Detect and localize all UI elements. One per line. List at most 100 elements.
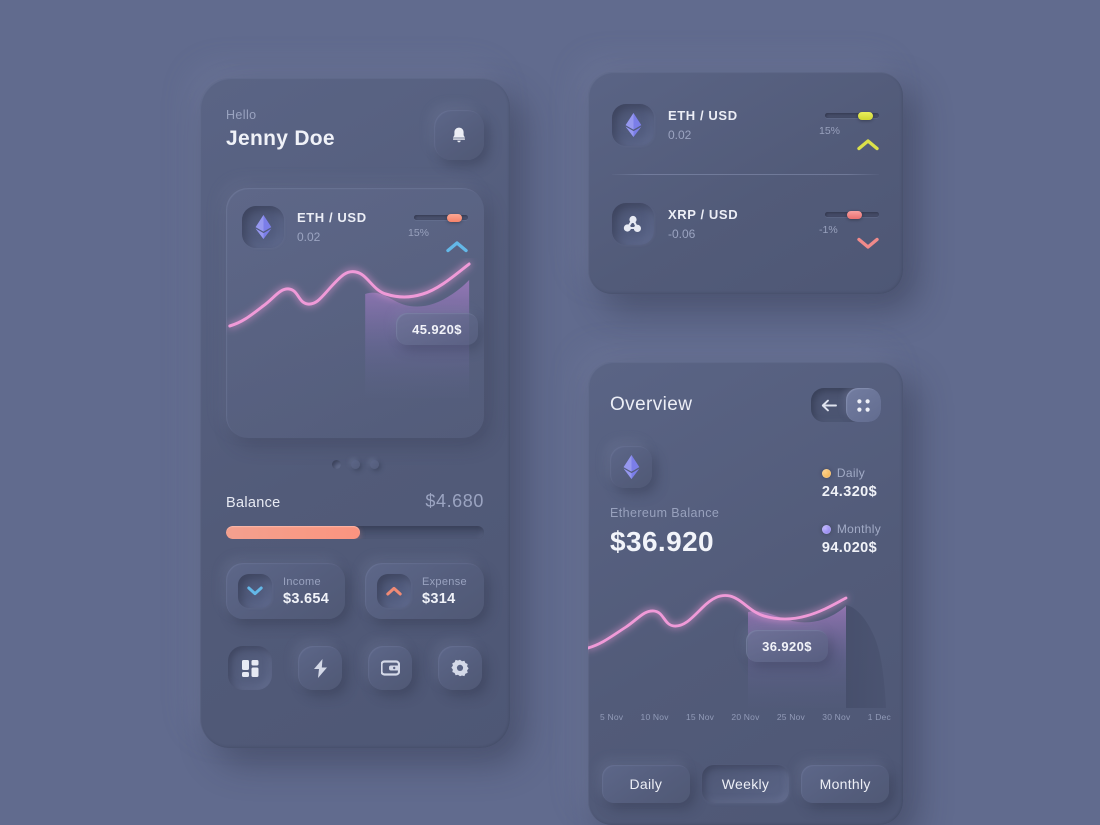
- price-chart: 45.920$: [226, 258, 484, 438]
- expense-amount: $314: [422, 590, 456, 607]
- market-meta-xrp: XRP / USD -0.06: [668, 207, 803, 241]
- greeting-label: Hello: [226, 108, 257, 122]
- slider-thumb[interactable]: [858, 111, 874, 120]
- income-card[interactable]: Income $3.654: [226, 563, 345, 619]
- wallet-icon: [380, 660, 400, 676]
- nav-item-wallet[interactable]: [368, 646, 412, 690]
- coin-icon-eth[interactable]: [612, 104, 654, 146]
- market-value-eth: 0.02: [668, 128, 692, 142]
- coin-icon-xrp[interactable]: [612, 203, 654, 245]
- market-percent-xrp: -1%: [819, 224, 838, 236]
- tab-daily[interactable]: Daily: [602, 765, 690, 803]
- back-button[interactable]: [811, 388, 846, 422]
- overview-title: Overview: [610, 394, 693, 415]
- income-expense-row: Income $3.654 Expense $314: [226, 563, 484, 619]
- axis-tick: 1 Dec: [867, 712, 891, 722]
- market-row-eth[interactable]: ETH / USD 0.02 15%: [612, 94, 879, 156]
- ethereum-icon: [625, 113, 641, 137]
- tab-weekly[interactable]: Weekly: [701, 765, 790, 803]
- grid-icon: [241, 659, 258, 677]
- axis-tick: 10 Nov: [640, 712, 669, 722]
- market-trend-up-eth: [857, 138, 879, 151]
- market-pair-eth: ETH / USD: [668, 108, 738, 123]
- tab-monthly[interactable]: Monthly: [801, 765, 890, 803]
- nav-item-settings[interactable]: [438, 646, 482, 690]
- income-icon-wrap: [238, 574, 272, 608]
- chart-tooltip: 45.920$: [396, 313, 478, 345]
- bell-icon: [453, 127, 465, 142]
- app-screen: Hello Jenny Doe ETH / USD 0.02 15% 45.92…: [0, 0, 1100, 825]
- market-meta-eth: ETH / USD 0.02: [668, 108, 803, 142]
- overview-balance-amount: $36.920: [610, 526, 715, 557]
- income-amount: $3.654: [283, 590, 330, 607]
- ticker-row: ETH / USD 0.02 15%: [242, 206, 468, 253]
- stat-daily-head: Daily: [821, 466, 881, 480]
- overview-balance-block: Ethereum Balance $36.920: [610, 446, 719, 558]
- notification-button[interactable]: [434, 110, 484, 160]
- axis-tick: 20 Nov: [731, 712, 760, 722]
- market-pair-xrp: XRP / USD: [668, 207, 739, 222]
- expense-card[interactable]: Expense $314: [365, 563, 484, 619]
- coin-icon-button[interactable]: [242, 206, 284, 248]
- market-slider-xrp[interactable]: [825, 210, 879, 219]
- greeting-row: Hello Jenny Doe: [226, 108, 484, 160]
- pagination-dot-3[interactable]: [369, 460, 379, 469]
- bottom-navigation: [226, 646, 484, 690]
- stat-monthly-label: Monthly: [836, 522, 881, 536]
- period-tabs: Daily Weekly Monthly: [588, 765, 903, 803]
- balance-row: Balance $4.680: [226, 491, 484, 512]
- user-name: Jenny Doe: [226, 127, 335, 150]
- stat-monthly: Monthly 94.020$: [821, 522, 881, 556]
- axis-tick: 5 Nov: [600, 712, 624, 722]
- slider-thumb[interactable]: [846, 210, 862, 219]
- income-label: Income: [283, 575, 321, 588]
- stat-daily-label: Daily: [836, 466, 866, 480]
- price-chart-svg: [228, 262, 475, 398]
- expense-text: Expense $314: [422, 576, 467, 607]
- grid-view-button[interactable]: [846, 388, 881, 422]
- lightning-icon: [313, 658, 327, 678]
- market-trend-xrp: -1%: [817, 210, 879, 249]
- trend-up-indicator: [446, 240, 468, 253]
- overview-coin-icon[interactable]: [610, 446, 652, 488]
- status-dot-monthly: [821, 524, 831, 534]
- overview-view-toggle: [811, 388, 881, 422]
- balance-label: Balance: [226, 495, 281, 511]
- expense-label: Expense: [422, 575, 467, 588]
- market-row-xrp[interactable]: XRP / USD -0.06 -1%: [612, 193, 879, 255]
- market-value-xrp: -0.06: [668, 227, 696, 241]
- stat-daily: Daily 24.320$: [821, 466, 881, 500]
- pagination-dot-1[interactable]: [331, 460, 341, 469]
- gear-icon: [451, 659, 469, 677]
- balance-progress-track[interactable]: [226, 526, 484, 539]
- income-text: Income $3.654: [283, 576, 329, 607]
- greeting-block: Hello Jenny Doe: [226, 108, 335, 151]
- chevron-down-icon: [857, 237, 879, 249]
- ticker-chart-card[interactable]: ETH / USD 0.02 15% 45.920$: [226, 188, 484, 438]
- market-list-card: ETH / USD 0.02 15% XRP / USD -0.06 -1%: [588, 72, 903, 294]
- ticker-trend: 15%: [406, 213, 468, 253]
- grid-dots-icon: [857, 398, 870, 412]
- overview-balance-label: Ethereum Balance: [610, 506, 720, 520]
- overview-chart-tooltip: 36.920$: [746, 630, 828, 662]
- axis-tick: 25 Nov: [776, 712, 805, 722]
- ticker-slider[interactable]: [414, 213, 468, 222]
- overview-shadow-hill: [846, 605, 886, 708]
- status-dot-daily: [821, 468, 831, 478]
- ethereum-icon: [623, 455, 639, 479]
- nav-item-dashboard[interactable]: [228, 646, 272, 690]
- carousel-pagination[interactable]: [226, 460, 484, 469]
- market-slider-eth[interactable]: [825, 111, 879, 120]
- slider-thumb[interactable]: [447, 213, 463, 222]
- ticker-value: 0.02: [297, 230, 321, 244]
- axis-tick: 30 Nov: [822, 712, 851, 722]
- ticker-percent: 15%: [408, 227, 430, 239]
- market-divider: [612, 174, 879, 175]
- nav-item-activity[interactable]: [298, 646, 342, 690]
- ticker-pair: ETH / USD: [297, 210, 367, 225]
- pagination-dot-2[interactable]: [350, 460, 360, 469]
- market-trend-eth: 15%: [817, 111, 879, 151]
- stat-monthly-value: 94.020$: [821, 540, 878, 556]
- ticker-meta: ETH / USD 0.02: [297, 210, 393, 244]
- chevron-down-icon: [247, 586, 263, 596]
